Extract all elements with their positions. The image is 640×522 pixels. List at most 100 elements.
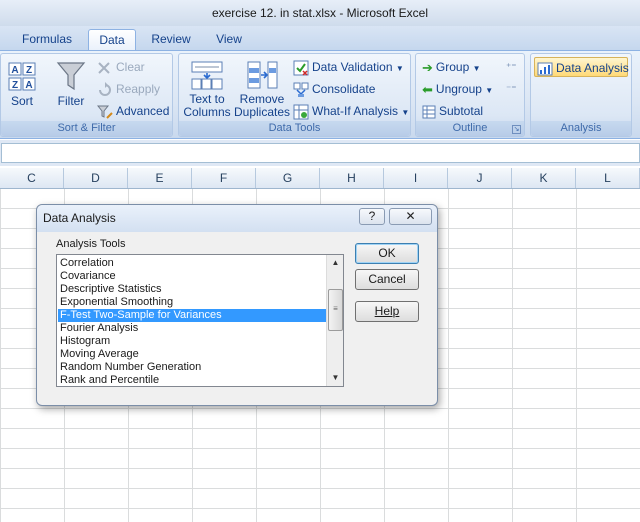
what-if-dropdown-icon: ▼ xyxy=(401,108,410,117)
what-if-analysis-button[interactable]: What-If Analysis ▼ xyxy=(293,101,409,121)
svg-text:Z: Z xyxy=(26,65,32,76)
sort-az-icon: A Z Z A xyxy=(8,62,36,91)
show-detail-button[interactable]: ⁺⁼ xyxy=(506,58,517,78)
ribbon: A Z Z A Sort Filter Clear Reapply Advanc… xyxy=(0,50,640,139)
column-header-g[interactable]: G xyxy=(256,168,320,188)
list-item[interactable]: Rank and Percentile xyxy=(58,374,326,386)
outline-group: ➔ Group ▼ ⬅ Ungroup ▼ Subtotal ⁺⁼ ⁻⁼ Outli… xyxy=(415,53,525,137)
tab-formulas[interactable]: Formulas xyxy=(12,29,82,50)
group-button[interactable]: ➔ Group ▼ xyxy=(422,57,481,77)
dialog-title-bar[interactable]: Data Analysis ? ✕ xyxy=(37,205,437,232)
analysis-group: Data Analysis Analysis xyxy=(530,53,632,137)
group-arrow-icon: ➔ xyxy=(422,59,433,75)
list-item[interactable]: Histogram xyxy=(58,335,326,348)
data-analysis-dialog: Data Analysis ? ✕ Analysis Tools Correla… xyxy=(36,204,438,406)
listbox-scrollbar[interactable]: ▲ ≡ ▼ xyxy=(326,255,343,386)
column-header-e[interactable]: E xyxy=(128,168,192,188)
svg-text:A: A xyxy=(11,65,18,76)
scroll-up-icon[interactable]: ▲ xyxy=(328,255,343,270)
show-detail-icon: ⁺⁼ xyxy=(506,62,517,73)
reapply-icon xyxy=(99,81,111,96)
scroll-thumb[interactable]: ≡ xyxy=(328,289,343,331)
svg-text:A: A xyxy=(25,80,32,91)
window-title: exercise 12. in stat.xlsx - Microsoft Ex… xyxy=(211,6,429,20)
column-header-f[interactable]: F xyxy=(192,168,256,188)
data-validation-icon xyxy=(293,60,309,76)
help-button[interactable]: Help xyxy=(355,301,419,322)
list-item[interactable]: Fourier Analysis xyxy=(58,322,326,335)
sort-label: Sort xyxy=(10,94,33,108)
consolidate-button[interactable]: Consolidate xyxy=(293,79,375,99)
cancel-button[interactable]: Cancel xyxy=(355,269,419,290)
column-header-k[interactable]: K xyxy=(512,168,576,188)
help-button-label: Help xyxy=(374,304,400,318)
analysis-tools-label: Analysis Tools xyxy=(56,238,126,250)
column-header-j[interactable]: J xyxy=(448,168,512,188)
list-item-selected[interactable]: F-Test Two-Sample for Variances xyxy=(58,309,326,322)
advanced-button[interactable]: Advanced xyxy=(97,101,169,121)
dialog-help-icon[interactable]: ? xyxy=(359,208,385,225)
text-to-columns-line1: Text to xyxy=(189,92,225,106)
svg-text:Z: Z xyxy=(12,80,18,91)
formula-input[interactable] xyxy=(1,143,640,163)
sort-button[interactable]: A Z Z A Sort xyxy=(6,62,38,108)
formula-bar xyxy=(0,140,640,166)
remove-duplicates-button[interactable]: Remove Duplicates xyxy=(234,60,290,119)
list-item[interactable]: Moving Average xyxy=(58,348,326,361)
hide-detail-button[interactable]: ⁻⁼ xyxy=(506,80,517,100)
data-analysis-button[interactable]: Data Analysis xyxy=(534,57,629,77)
consolidate-icon xyxy=(293,82,309,97)
list-item[interactable]: Descriptive Statistics xyxy=(58,283,326,296)
what-if-analysis-icon xyxy=(293,104,309,120)
remove-duplicates-icon xyxy=(247,61,278,89)
ribbon-tab-bar: Formulas Data Review View xyxy=(0,26,640,50)
reapply-label: Reapply xyxy=(116,82,161,96)
column-header-c[interactable]: C xyxy=(0,168,64,188)
sort-filter-group-label: Sort & Filter xyxy=(1,121,172,136)
subtotal-button[interactable]: Subtotal xyxy=(422,101,483,121)
clear-button[interactable]: Clear xyxy=(97,57,145,77)
ok-button[interactable]: OK xyxy=(355,243,419,264)
remove-duplicates-line2: Duplicates xyxy=(234,105,291,119)
advanced-filter-icon xyxy=(97,105,113,119)
outline-dialog-launcher-icon[interactable]: ↘ xyxy=(512,125,521,134)
list-item[interactable]: Correlation xyxy=(58,257,326,270)
tab-review[interactable]: Review xyxy=(143,29,199,50)
tab-data[interactable]: Data xyxy=(88,29,136,50)
list-item[interactable]: Random Number Generation xyxy=(58,361,326,374)
column-header-l[interactable]: L xyxy=(576,168,640,188)
filter-button[interactable]: Filter xyxy=(53,60,89,108)
consolidate-label: Consolidate xyxy=(312,82,376,96)
data-tools-group: Text to Columns Remove Duplicates Data V… xyxy=(178,53,411,137)
dialog-close-icon[interactable]: ✕ xyxy=(389,208,432,225)
analysis-group-label: Analysis xyxy=(531,121,631,136)
reapply-button[interactable]: Reapply xyxy=(97,79,160,99)
subtotal-label: Subtotal xyxy=(439,104,484,118)
analysis-tools-listbox[interactable]: Correlation Covariance Descriptive Stati… xyxy=(56,254,344,387)
list-item[interactable]: Covariance xyxy=(58,270,326,283)
text-to-columns-button[interactable]: Text to Columns xyxy=(182,60,232,119)
what-if-analysis-label: What-If Analysis xyxy=(312,104,399,118)
subtotal-icon xyxy=(422,105,436,119)
group-dropdown-icon: ▼ xyxy=(472,64,481,73)
text-to-columns-line2: Columns xyxy=(183,105,231,119)
column-header-i[interactable]: I xyxy=(384,168,448,188)
window-title-bar: exercise 12. in stat.xlsx - Microsoft Ex… xyxy=(0,0,640,26)
ungroup-button[interactable]: ⬅ Ungroup ▼ xyxy=(422,79,493,99)
ungroup-label: Ungroup xyxy=(435,82,482,96)
group-label: Group xyxy=(435,60,470,74)
data-validation-button[interactable]: Data Validation ▼ xyxy=(293,57,404,77)
hide-detail-icon: ⁻⁼ xyxy=(506,84,517,95)
data-tools-group-label: Data Tools xyxy=(179,121,410,136)
column-header-d[interactable]: D xyxy=(64,168,128,188)
tab-view[interactable]: View xyxy=(206,29,252,50)
scroll-down-icon[interactable]: ▼ xyxy=(328,370,343,385)
ungroup-dropdown-icon: ▼ xyxy=(485,86,494,95)
advanced-label: Advanced xyxy=(116,104,170,118)
data-validation-dropdown-icon: ▼ xyxy=(395,64,404,73)
column-header-h[interactable]: H xyxy=(320,168,384,188)
list-item[interactable]: Exponential Smoothing xyxy=(58,296,326,309)
text-to-columns-icon xyxy=(191,61,223,90)
data-analysis-label: Data Analysis xyxy=(556,61,629,75)
dialog-title: Data Analysis xyxy=(43,211,116,225)
